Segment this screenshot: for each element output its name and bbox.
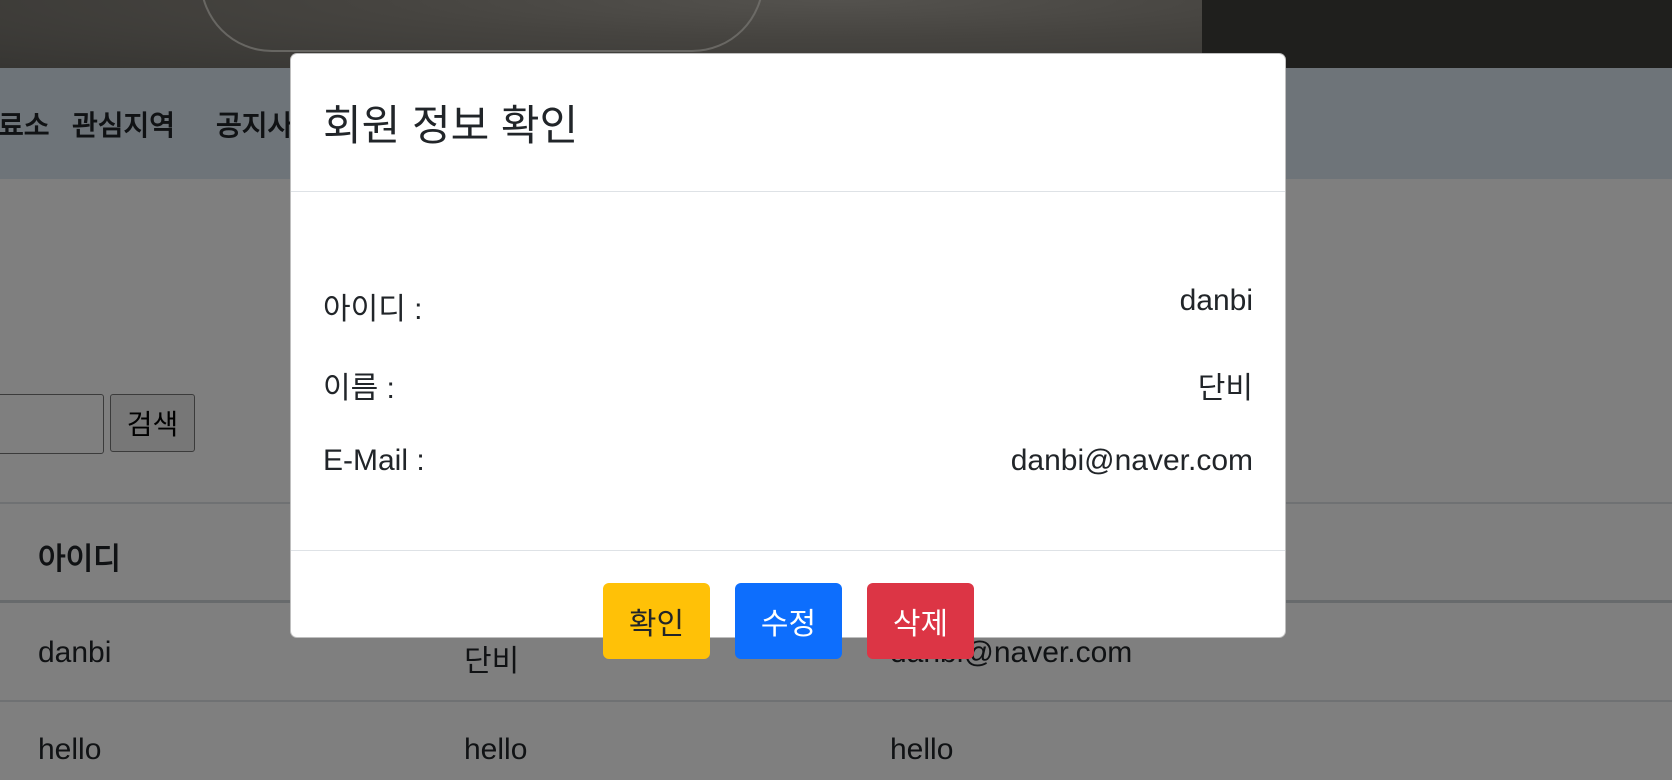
info-row-email: E-Mail : danbi@naver.com — [323, 444, 1253, 484]
info-row-id: 아이디 : danbi — [323, 284, 1253, 326]
modal-title: 회원 정보 확인 — [323, 102, 579, 149]
modal-body: 아이디 : danbi 이름 : 단비 E-Mail : danbi@naver… — [291, 192, 1285, 550]
email-label: E-Mail : — [323, 444, 425, 477]
delete-button[interactable]: 삭제 — [867, 583, 974, 659]
name-label: 이름 : — [323, 372, 395, 405]
id-label: 아이디 : — [323, 293, 423, 326]
confirm-button[interactable]: 확인 — [603, 583, 710, 659]
modal-footer: 확인 수정 삭제 — [291, 550, 1285, 659]
modal-header: 회원 정보 확인 — [291, 54, 1285, 192]
info-row-name: 이름 : 단비 — [323, 363, 1253, 405]
email-value: danbi@naver.com — [1010, 444, 1253, 477]
id-value: danbi — [1179, 284, 1253, 317]
edit-button[interactable]: 수정 — [735, 583, 842, 659]
name-value: 단비 — [1197, 372, 1253, 405]
member-info-modal: 회원 정보 확인 아이디 : danbi 이름 : 단비 E-Mail : da… — [290, 53, 1286, 659]
